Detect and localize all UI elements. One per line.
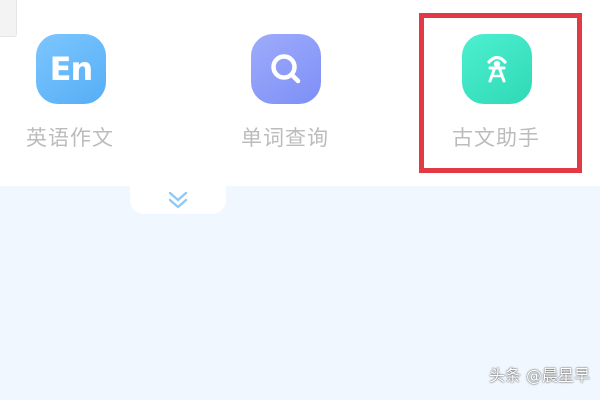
classical-chinese-figure-icon — [462, 34, 532, 104]
tool-label: 古文助手 — [452, 126, 540, 150]
search-icon — [251, 34, 321, 104]
tool-label: 英语作文 — [26, 126, 114, 150]
tool-classical-chinese-assistant[interactable]: 古文助手 — [426, 30, 566, 160]
expand-button[interactable] — [130, 186, 226, 214]
tool-panel: En 英语作文 单词查询 古文助手 — [0, 0, 600, 186]
watermark: 头条 @晨星早 — [488, 366, 590, 385]
tool-english-composition[interactable]: En 英语作文 — [0, 30, 140, 160]
double-chevron-down-icon — [168, 191, 188, 209]
tool-label: 单词查询 — [241, 126, 329, 150]
tool-word-lookup[interactable]: 单词查询 — [215, 30, 355, 160]
english-letters-icon: En — [36, 34, 106, 104]
